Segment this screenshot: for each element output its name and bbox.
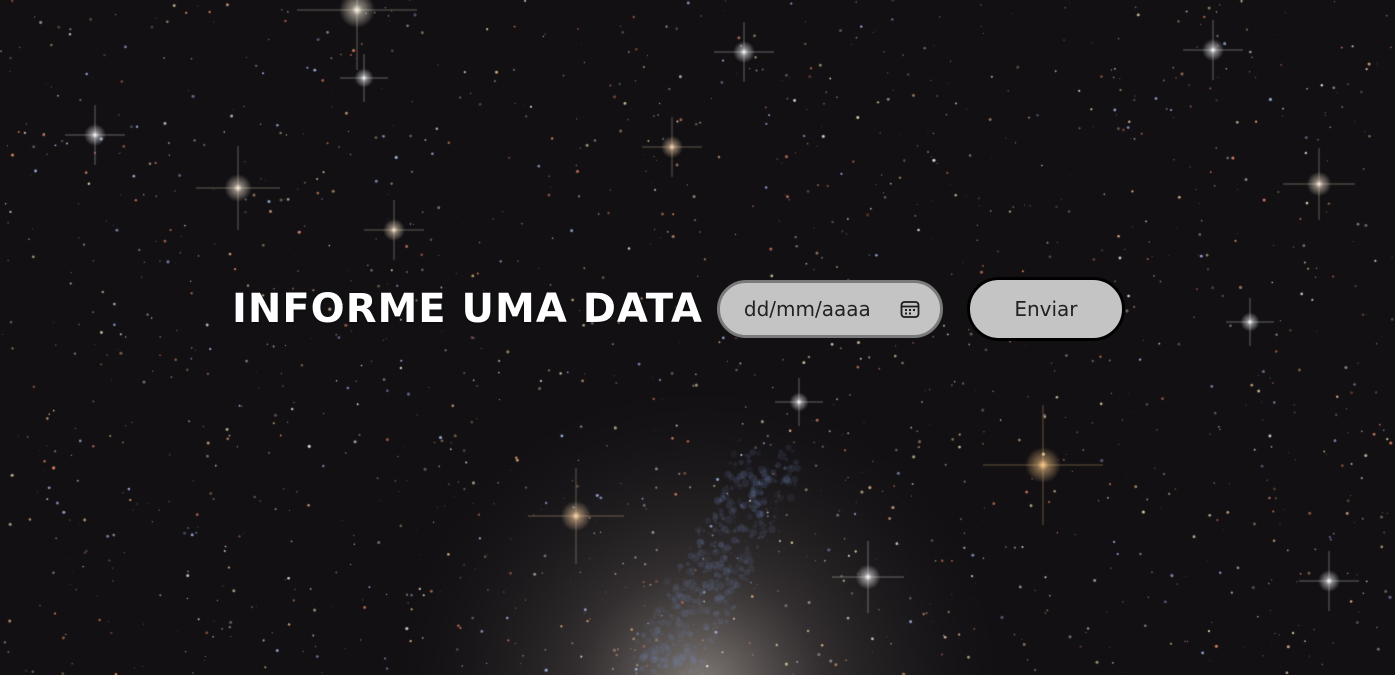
page-title: INFORME UMA DATA (232, 286, 703, 332)
calendar-icon[interactable] (898, 297, 922, 321)
date-input-placeholder: dd/mm/aaaa (743, 297, 871, 321)
date-form: INFORME UMA DATA dd/mm/aaaa Enviar (232, 277, 1125, 341)
send-button[interactable]: Enviar (966, 277, 1125, 341)
date-input[interactable]: dd/mm/aaaa (716, 280, 943, 338)
